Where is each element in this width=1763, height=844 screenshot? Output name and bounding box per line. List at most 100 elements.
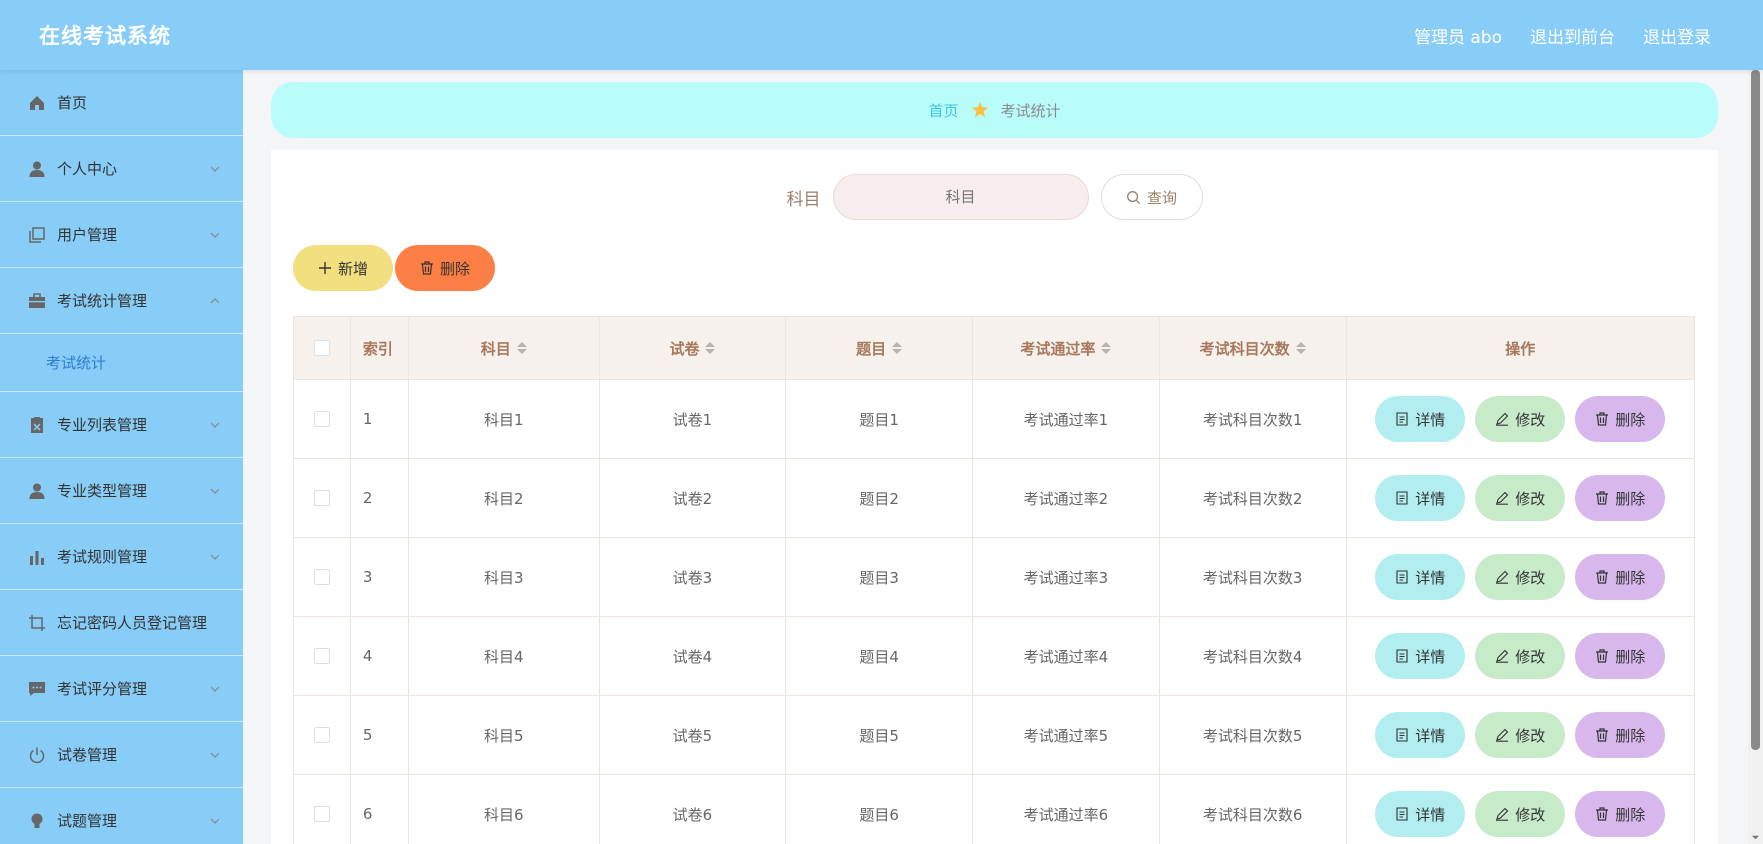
star-icon [971,101,988,118]
logout-link[interactable]: 退出登录 [1643,23,1711,48]
edit-button[interactable]: 修改 [1475,396,1566,442]
cell-index: 4 [351,617,409,695]
column-header-actions: 操作 [1505,339,1536,358]
cell-actions: 详情 修改 删除 [1347,775,1695,844]
sort-icon[interactable] [516,342,527,354]
chevron-down-icon [210,166,220,172]
detail-button[interactable]: 详情 [1375,633,1466,679]
vertical-scrollbar[interactable] [1748,70,1763,844]
detail-button[interactable]: 详情 [1375,712,1466,758]
cell-subject: 科目6 [409,775,600,844]
edit-icon [1496,412,1509,426]
cell-exam-count: 考试科目次数4 [1160,617,1347,695]
edit-button[interactable]: 修改 [1475,791,1566,837]
cell-question: 题目3 [786,538,974,616]
detail-button[interactable]: 详情 [1375,791,1466,837]
sidebar-item-user-management[interactable]: 用户管理 [0,202,243,268]
edit-button[interactable]: 修改 [1475,554,1566,600]
table-row: 1 科目1 试卷1 题目1 考试通过率1 考试科目次数1 详情 修改 删除 [294,380,1694,459]
briefcase-icon [27,291,47,311]
row-checkbox[interactable] [313,648,330,664]
column-header-paper[interactable]: 试卷 [600,317,787,379]
cell-question: 题目1 [786,380,974,458]
edit-icon [1496,807,1509,821]
trash-icon [1596,412,1609,426]
row-delete-button[interactable]: 删除 [1575,475,1666,521]
cell-exam-count: 考试科目次数1 [1160,380,1347,458]
sidebar-item-exam-rules-management[interactable]: 考试规则管理 [0,524,243,590]
sort-icon[interactable] [1295,342,1306,354]
chat-icon [27,679,47,699]
sidebar-item-personal-center[interactable]: 个人中心 [0,136,243,202]
cell-question: 题目5 [786,696,974,774]
document-icon [1396,412,1408,426]
edit-button[interactable]: 修改 [1475,475,1566,521]
breadcrumb-current: 考试统计 [1000,101,1061,120]
exit-to-frontend-link[interactable]: 退出到前台 [1530,23,1615,48]
sidebar-item-forgot-password-registration[interactable]: 忘记密码人员登记管理 [0,590,243,656]
chevron-down-icon [210,818,220,824]
cell-subject: 科目4 [409,617,600,695]
scroll-down-arrow-icon[interactable] [1751,833,1760,842]
sort-icon[interactable] [1101,342,1112,354]
exam-stats-table: 索引 科目 试卷 题目 考试通过率 考试科目次数 操作 1 科目1 试卷1 题目… [293,316,1695,844]
batch-delete-button[interactable]: 删除 [395,245,495,291]
row-checkbox[interactable] [313,727,330,743]
sidebar-item-major-type-management[interactable]: 专业类型管理 [0,458,243,524]
edit-icon [1496,491,1509,505]
edit-button[interactable]: 修改 [1475,633,1566,679]
row-delete-button[interactable]: 删除 [1575,633,1666,679]
detail-button[interactable]: 详情 [1375,396,1466,442]
detail-button[interactable]: 详情 [1375,475,1466,521]
breadcrumb-home-link[interactable]: 首页 [928,100,958,121]
sidebar-item-paper-management[interactable]: 试卷管理 [0,722,243,788]
sidebar-item-exam-stats-management[interactable]: 考试统计管理 [0,268,243,334]
table-row: 4 科目4 试卷4 题目4 考试通过率4 考试科目次数4 详情 修改 删除 [294,617,1694,696]
row-delete-button[interactable]: 删除 [1575,791,1666,837]
search-button[interactable]: 查询 [1100,174,1203,220]
cell-pass-rate: 考试通过率1 [973,380,1160,458]
column-header-exam-count[interactable]: 考试科目次数 [1160,317,1347,379]
sidebar-item-question-management[interactable]: 试题管理 [0,788,243,844]
row-checkbox[interactable] [313,411,330,427]
row-delete-button[interactable]: 删除 [1575,396,1666,442]
column-header-subject[interactable]: 科目 [409,317,600,379]
row-delete-button[interactable]: 删除 [1575,712,1666,758]
sort-icon[interactable] [892,342,903,354]
row-checkbox[interactable] [313,490,330,506]
cell-subject: 科目2 [409,459,600,537]
breadcrumb: 首页 考试统计 [271,82,1718,138]
trash-icon [1596,570,1609,584]
row-delete-button[interactable]: 删除 [1575,554,1666,600]
sidebar-item-home[interactable]: 首页 [0,70,243,136]
detail-button[interactable]: 详情 [1375,554,1466,600]
bar-chart-icon [27,547,47,567]
cell-pass-rate: 考试通过率3 [973,538,1160,616]
add-button[interactable]: 新增 [293,245,393,291]
cell-index: 1 [351,380,409,458]
select-all-checkbox[interactable] [313,340,330,356]
table-row: 2 科目2 试卷2 题目2 考试通过率2 考试科目次数2 详情 修改 删除 [294,459,1694,538]
chevron-down-icon [210,686,220,692]
cell-question: 题目6 [786,775,974,844]
sidebar-subitem-exam-stats[interactable]: 考试统计 [0,334,243,392]
scrollbar-thumb[interactable] [1751,70,1760,750]
row-checkbox[interactable] [313,569,330,585]
action-buttons: 新增 删除 [293,245,495,291]
sidebar-item-label: 考试统计管理 [57,292,148,310]
sidebar-item-major-list-management[interactable]: 专业列表管理 [0,392,243,458]
search-button-label: 查询 [1146,188,1177,207]
column-header-question[interactable]: 题目 [786,317,974,379]
sidebar-item-label: 专业类型管理 [57,482,148,500]
subject-search-input[interactable] [832,174,1089,220]
edit-button[interactable]: 修改 [1475,712,1566,758]
column-header-pass-rate[interactable]: 考试通过率 [973,317,1160,379]
cell-paper: 试卷5 [600,696,787,774]
search-icon [1127,190,1141,204]
sidebar-item-exam-scoring-management[interactable]: 考试评分管理 [0,656,243,722]
cell-actions: 详情 修改 删除 [1347,617,1695,695]
row-checkbox[interactable] [313,806,330,822]
sort-icon[interactable] [705,342,716,354]
admin-user-link[interactable]: 管理员 abo [1414,23,1502,48]
chevron-up-icon [210,297,220,303]
